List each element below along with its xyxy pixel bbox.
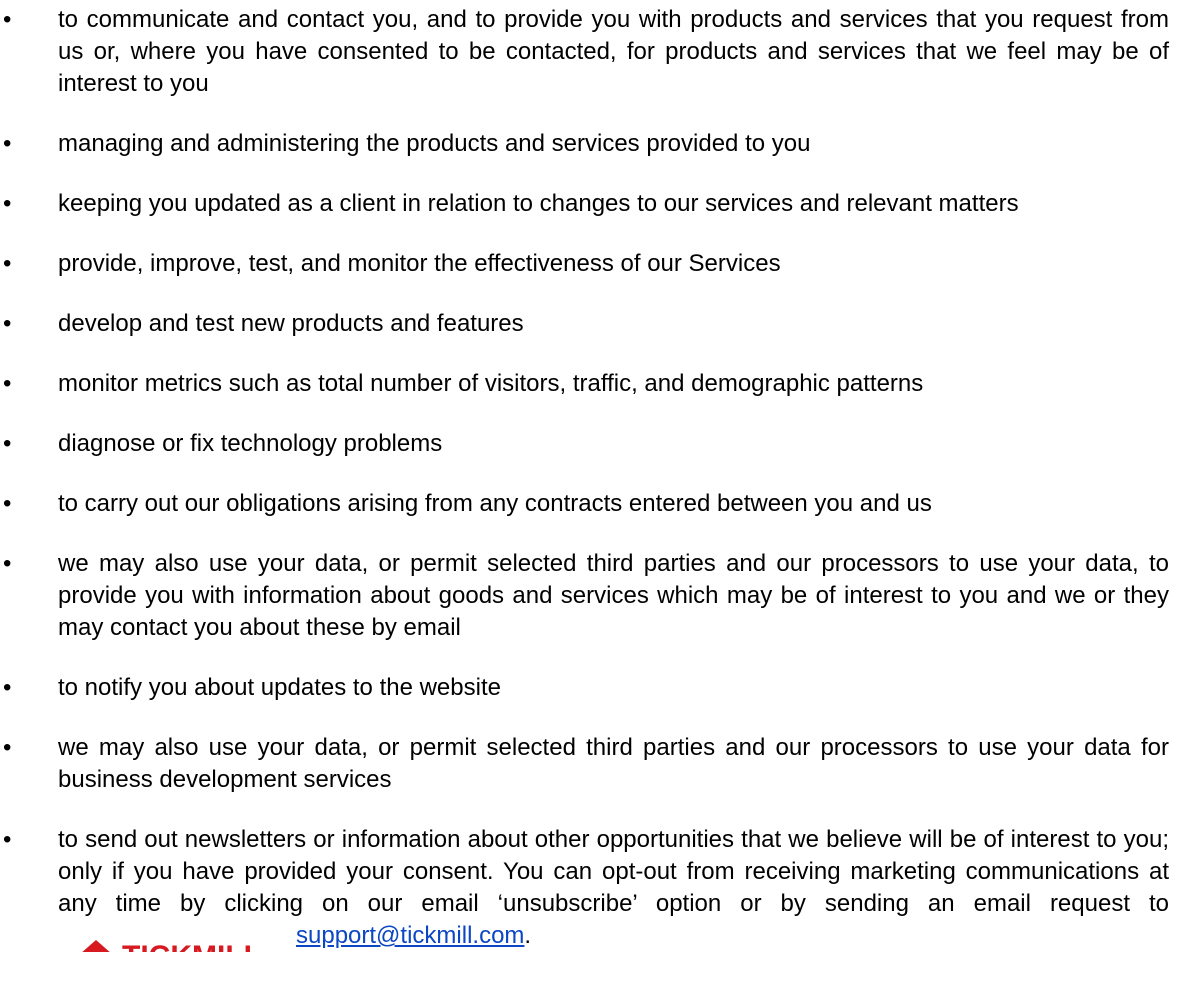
list-item-text: to carry out our obligations arising fro… bbox=[58, 490, 932, 517]
bullet-mark: • bbox=[3, 190, 12, 217]
list-item-text: to notify you about updates to the websi… bbox=[58, 674, 501, 701]
tickmill-logo: TICKMILL bbox=[80, 926, 270, 952]
list-item-text: monitor metrics such as total number of … bbox=[58, 370, 924, 397]
bullet-mark: • bbox=[3, 430, 12, 457]
end-punctuation: . bbox=[524, 922, 532, 949]
bullet-mark: • bbox=[3, 826, 12, 853]
list-item-text: develop and test new products and featur… bbox=[58, 310, 524, 337]
list-item-unsubscribe: • to send out newsletters or information… bbox=[0, 824, 1181, 952]
bullet-mark: • bbox=[3, 734, 12, 761]
list-item: • keeping you updated as a client in rel… bbox=[0, 188, 1181, 220]
list-item: • to carry out our obligations arising f… bbox=[0, 488, 1181, 520]
bullet-list: • to communicate and contact you, and to… bbox=[0, 4, 1181, 952]
list-item-text: to send out newsletters or information a… bbox=[58, 826, 1169, 917]
list-item: • provide, improve, test, and monitor th… bbox=[0, 248, 1181, 280]
list-item-text: diagnose or fix technology problems bbox=[58, 430, 443, 457]
list-item: • managing and administering the product… bbox=[0, 128, 1181, 160]
bullet-mark: • bbox=[3, 674, 12, 701]
list-item-text: we may also use your data, or permit sel… bbox=[58, 734, 1169, 793]
tickmill-logo-mark-icon: TICKMILL bbox=[82, 940, 262, 952]
bullet-mark: • bbox=[3, 370, 12, 397]
document-page: • to communicate and contact you, and to… bbox=[0, 0, 1181, 996]
support-email-link[interactable]: support@tickmill.com bbox=[296, 922, 524, 949]
list-item-text: provide, improve, test, and monitor the … bbox=[58, 250, 781, 277]
bullet-mark: • bbox=[3, 550, 12, 577]
list-item: • to communicate and contact you, and to… bbox=[0, 4, 1181, 100]
list-item-text: to communicate and contact you, and to p… bbox=[58, 6, 1169, 97]
list-item: • we may also use your data, or permit s… bbox=[0, 732, 1181, 796]
list-item-text: keeping you updated as a client in relat… bbox=[58, 190, 1019, 217]
list-item-text: managing and administering the products … bbox=[58, 130, 811, 157]
list-item: • we may also use your data, or permit s… bbox=[0, 548, 1181, 644]
bullet-mark: • bbox=[3, 310, 12, 337]
list-item: • to notify you about updates to the web… bbox=[0, 672, 1181, 704]
list-item: • diagnose or fix technology problems bbox=[0, 428, 1181, 460]
bullet-mark: • bbox=[3, 6, 12, 33]
list-item-text: we may also use your data, or permit sel… bbox=[58, 550, 1169, 641]
list-item: • develop and test new products and feat… bbox=[0, 308, 1181, 340]
bullet-mark: • bbox=[3, 250, 12, 277]
bullet-mark: • bbox=[3, 130, 12, 157]
list-item: • monitor metrics such as total number o… bbox=[0, 368, 1181, 400]
bullet-mark: • bbox=[3, 490, 12, 517]
tickmill-logo-text: TICKMILL bbox=[122, 940, 262, 952]
